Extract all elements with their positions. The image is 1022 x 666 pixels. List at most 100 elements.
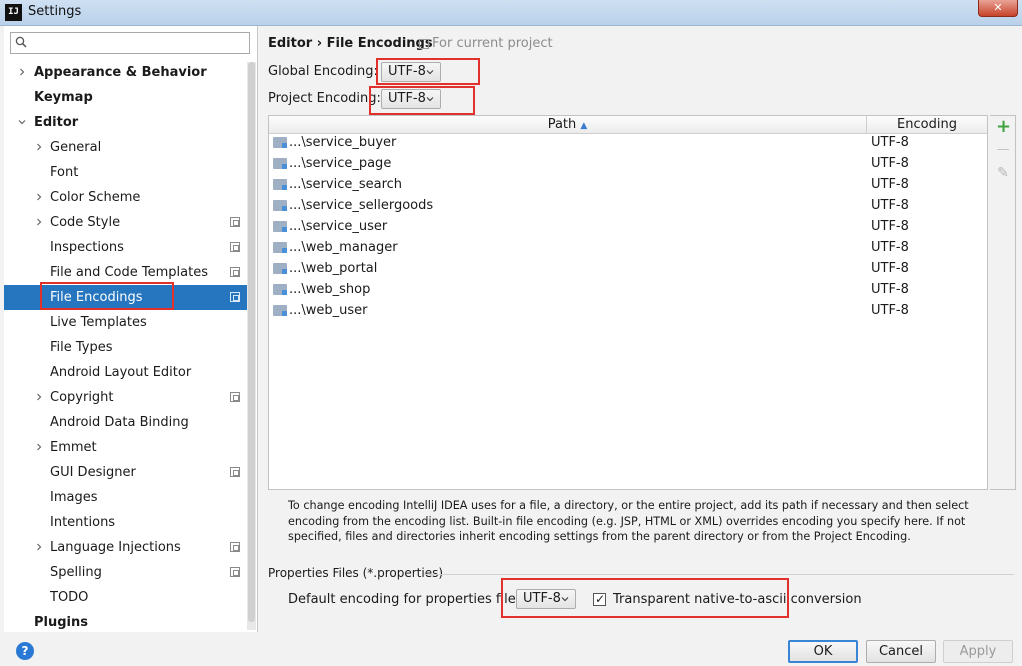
folder-icon	[273, 263, 287, 274]
edit-path-button[interactable]: ✎	[996, 166, 1010, 180]
sidebar-item-label: Live Templates	[50, 315, 147, 330]
sidebar-item-language-injections[interactable]: Language Injections	[4, 535, 248, 560]
folder-icon	[273, 179, 287, 190]
sidebar-item-android-data-binding[interactable]: Android Data Binding	[4, 410, 248, 435]
sidebar-item-intentions[interactable]: Intentions	[4, 510, 248, 535]
encodings-table: Path ▲ Encoding ...\service_buyer UTF-8..…	[268, 115, 988, 490]
encoding-cell[interactable]: UTF-8	[871, 153, 909, 174]
sidebar-item-inspections[interactable]: Inspections	[4, 235, 248, 260]
table-row[interactable]: ...\web_shop UTF-8	[269, 279, 987, 300]
sidebar-item-appearance-behavior[interactable]: Appearance & Behavior	[4, 60, 248, 85]
sidebar-item-code-style[interactable]: Code Style	[4, 210, 248, 235]
window-title: Settings	[28, 4, 82, 19]
chevron-right-icon[interactable]	[18, 68, 26, 76]
table-row[interactable]: ...\web_manager UTF-8	[269, 237, 987, 258]
settings-sidebar: Appearance & Behavior Keymap Editor General…	[4, 26, 258, 632]
sidebar-item-editor[interactable]: Editor	[4, 110, 248, 135]
global-encoding-label: Global Encoding:	[268, 64, 378, 79]
encoding-cell[interactable]: UTF-8	[871, 132, 909, 153]
path-cell: ...\web_portal	[289, 261, 378, 276]
sidebar-scrollbar[interactable]	[247, 62, 256, 630]
encoding-cell[interactable]: UTF-8	[871, 174, 909, 195]
path-cell: ...\service_buyer	[289, 135, 397, 150]
table-row[interactable]: ...\web_user UTF-8	[269, 300, 987, 321]
chevron-right-icon[interactable]	[35, 393, 43, 401]
chevron-right-icon[interactable]	[35, 193, 43, 201]
encoding-cell[interactable]: UTF-8	[871, 279, 909, 300]
cancel-button[interactable]: Cancel	[866, 640, 936, 663]
table-row[interactable]: ...\service_user UTF-8	[269, 216, 987, 237]
help-description: To change encoding IntelliJ IDEA uses fo…	[288, 499, 969, 543]
chevron-right-icon[interactable]	[35, 443, 43, 451]
path-cell: ...\service_page	[289, 156, 392, 171]
project-scope-icon	[230, 467, 240, 477]
sidebar-item-label: Images	[50, 490, 98, 505]
encoding-cell[interactable]: UTF-8	[871, 195, 909, 216]
chevron-down-icon	[561, 597, 569, 602]
sidebar-item-label: Code Style	[50, 215, 121, 230]
native-to-ascii-label[interactable]: Transparent native-to-ascii conversion	[613, 592, 862, 607]
chevron-right-icon[interactable]	[35, 543, 43, 551]
folder-icon	[273, 284, 287, 295]
sidebar-item-live-templates[interactable]: Live Templates	[4, 310, 248, 335]
sidebar-item-label: File Encodings	[50, 290, 143, 305]
global-encoding-select[interactable]: UTF-8	[381, 62, 441, 82]
sidebar-item-gui-designer[interactable]: GUI Designer	[4, 460, 248, 485]
sidebar-item-label: Language Injections	[50, 540, 181, 555]
encoding-cell[interactable]: UTF-8	[871, 216, 909, 237]
folder-icon	[273, 242, 287, 253]
chevron-down-icon[interactable]	[18, 118, 26, 126]
title-bar: IJ Settings ✕	[0, 0, 1022, 26]
chevron-right-icon[interactable]	[35, 143, 43, 151]
table-row[interactable]: ...\service_search UTF-8	[269, 174, 987, 195]
sidebar-item-font[interactable]: Font	[4, 160, 248, 185]
close-window-button[interactable]: ✕	[978, 0, 1018, 17]
project-encoding-select[interactable]: UTF-8	[381, 89, 441, 109]
help-button[interactable]: ?	[16, 642, 34, 660]
sidebar-item-emmet[interactable]: Emmet	[4, 435, 248, 460]
encoding-cell[interactable]: UTF-8	[871, 237, 909, 258]
sidebar-item-label: Spelling	[50, 565, 102, 580]
sidebar-item-plugins[interactable]: Plugins	[4, 610, 248, 632]
chevron-right-icon[interactable]	[35, 218, 43, 226]
table-row[interactable]: ...\service_page UTF-8	[269, 153, 987, 174]
sidebar-item-label: Font	[50, 165, 79, 180]
path-cell: ...\service_search	[289, 177, 403, 192]
properties-encoding-select[interactable]: UTF-8	[516, 589, 576, 609]
search-icon	[15, 36, 27, 48]
sidebar-item-spelling[interactable]: Spelling	[4, 560, 248, 585]
table-toolbar: + — ✎	[990, 115, 1016, 490]
table-row[interactable]: ...\web_portal UTF-8	[269, 258, 987, 279]
sidebar-item-label: File Types	[50, 340, 113, 355]
path-cell: ...\service_sellergoods	[289, 198, 434, 213]
table-row[interactable]: ...\service_buyer UTF-8	[269, 132, 987, 153]
sidebar-scrollbar-thumb[interactable]	[248, 62, 255, 622]
add-path-button[interactable]: +	[996, 118, 1011, 136]
native-to-ascii-checkbox[interactable]: ✓	[593, 592, 606, 606]
intellij-app-icon: IJ	[5, 4, 22, 21]
ok-button[interactable]: OK	[788, 640, 858, 663]
sidebar-item-file-encodings[interactable]: File Encodings	[4, 285, 248, 310]
column-header-path-label: Path	[547, 117, 577, 132]
settings-search-input[interactable]	[10, 32, 250, 54]
folder-icon	[273, 158, 287, 169]
sidebar-item-color-scheme[interactable]: Color Scheme	[4, 185, 248, 210]
encoding-cell[interactable]: UTF-8	[871, 300, 909, 321]
remove-path-button[interactable]: —	[996, 143, 1010, 157]
properties-encoding-value: UTF-8	[523, 591, 561, 606]
sidebar-item-copyright[interactable]: Copyright	[4, 385, 248, 410]
project-scope-icon	[419, 39, 429, 49]
sidebar-item-images[interactable]: Images	[4, 485, 248, 510]
breadcrumb: Editor › File Encodings	[268, 36, 433, 51]
sidebar-item-file-and-code-templates[interactable]: File and Code Templates	[4, 260, 248, 285]
apply-button[interactable]: Apply	[943, 640, 1013, 663]
sidebar-item-keymap[interactable]: Keymap	[4, 85, 248, 110]
sidebar-item-general[interactable]: General	[4, 135, 248, 160]
sidebar-item-android-layout-editor[interactable]: Android Layout Editor	[4, 360, 248, 385]
sidebar-item-label: Emmet	[50, 440, 97, 455]
sidebar-item-todo[interactable]: TODO	[4, 585, 248, 610]
sidebar-item-file-types[interactable]: File Types	[4, 335, 248, 360]
encoding-cell[interactable]: UTF-8	[871, 258, 909, 279]
table-row[interactable]: ...\service_sellergoods UTF-8	[269, 195, 987, 216]
folder-icon	[273, 221, 287, 232]
